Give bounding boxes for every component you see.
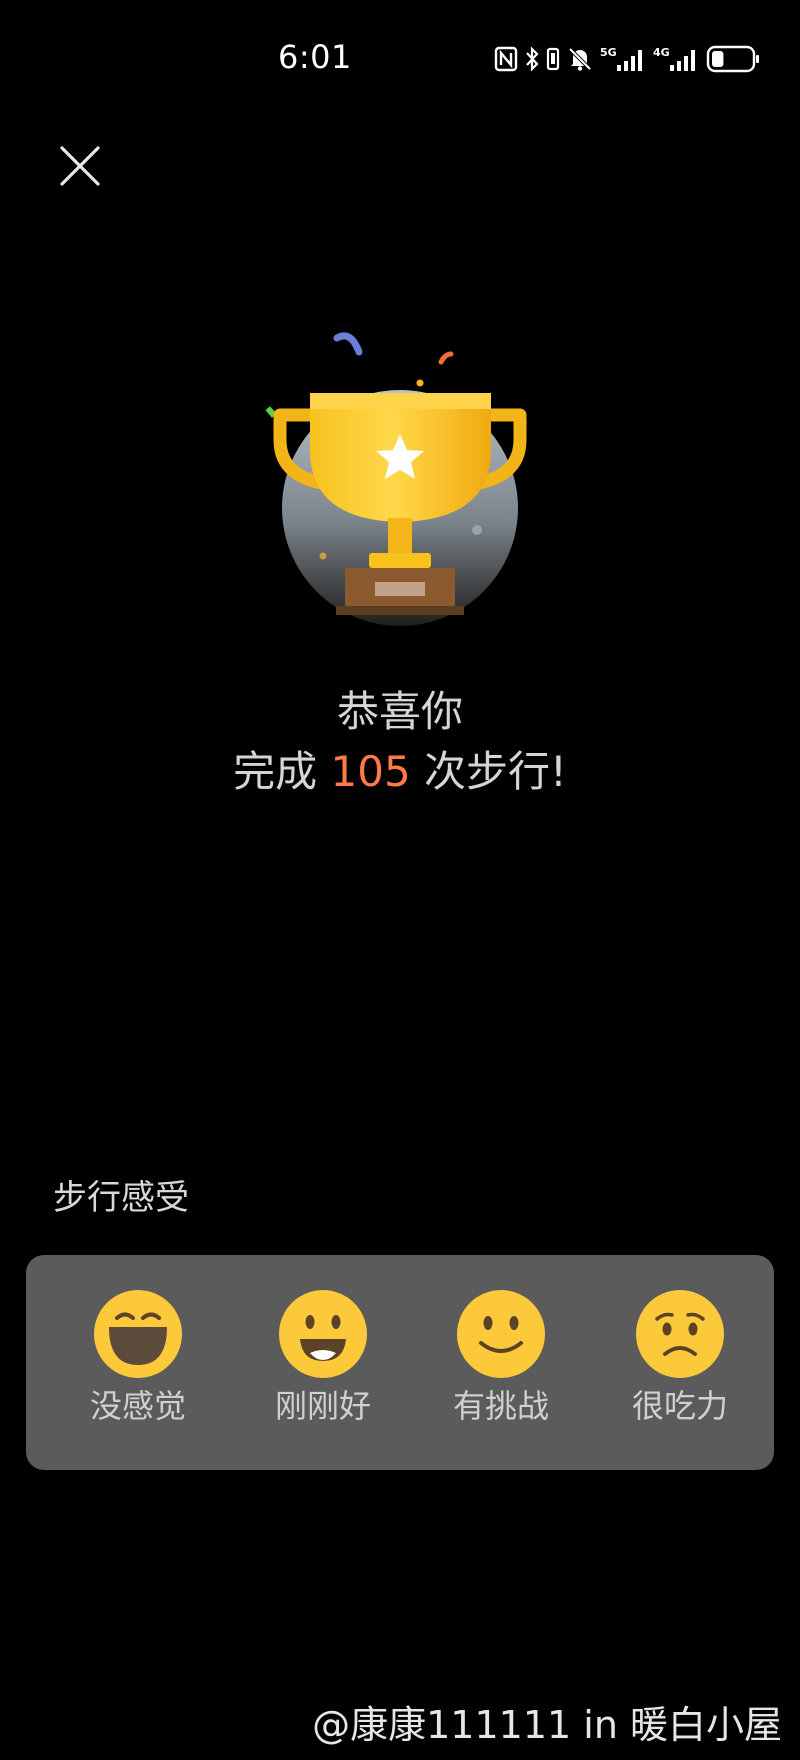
feeling-option-no-feeling[interactable]: 没感觉 xyxy=(78,1289,198,1427)
network-type-2: 4G xyxy=(653,46,670,59)
congrats-title: 恭喜你 xyxy=(336,687,463,736)
feeling-option-challenging[interactable]: 有挑战 xyxy=(441,1289,561,1427)
sparkle xyxy=(416,379,424,387)
nfc-icon xyxy=(494,46,518,72)
status-icons: 5G 4G xyxy=(494,43,760,75)
signal-4g-icon: 4G xyxy=(653,46,695,71)
confetti-orange xyxy=(438,351,454,365)
feeling-label: 没感觉 xyxy=(89,1387,186,1425)
smiling-face-icon xyxy=(457,1290,545,1378)
congrats-prefix: 完成 xyxy=(233,747,318,796)
mute-bell-icon xyxy=(568,47,592,71)
feeling-panel: 没感觉 刚刚好 有挑战 很吃力 xyxy=(26,1255,774,1470)
congrats-message: 恭喜你 完成 105 次步行! xyxy=(0,682,800,802)
congrats-suffix: 次步行! xyxy=(424,747,567,796)
watermark: @康康111111 in 暖白小屋 xyxy=(312,1703,782,1747)
status-time: 6:01 xyxy=(278,38,352,76)
feeling-label: 很吃力 xyxy=(631,1387,728,1425)
congrats-summary: 完成 105 次步行! xyxy=(0,742,800,802)
walk-count: 105 xyxy=(330,747,411,796)
bluetooth-icon xyxy=(526,46,539,72)
laughing-face-icon xyxy=(94,1290,182,1378)
trophy-icon xyxy=(265,332,528,626)
feeling-option-just-right[interactable]: 刚刚好 xyxy=(263,1289,383,1427)
feeling-option-strenuous[interactable]: 很吃力 xyxy=(620,1289,740,1427)
vibrate-icon xyxy=(546,47,560,71)
worried-face-icon xyxy=(636,1290,724,1378)
battery-icon xyxy=(706,45,759,73)
status-bar: 6:01 5G 4G xyxy=(0,0,800,116)
close-icon xyxy=(60,146,100,186)
feeling-section-title: 步行感受 xyxy=(53,1178,189,1218)
feeling-label: 有挑战 xyxy=(452,1387,549,1425)
grinning-face-icon xyxy=(279,1290,367,1378)
feeling-label: 刚刚好 xyxy=(274,1387,371,1425)
signal-5g-icon: 5G xyxy=(600,46,642,71)
network-type-1: 5G xyxy=(600,46,617,59)
close-button[interactable] xyxy=(54,140,106,192)
confetti-blue xyxy=(333,332,363,356)
